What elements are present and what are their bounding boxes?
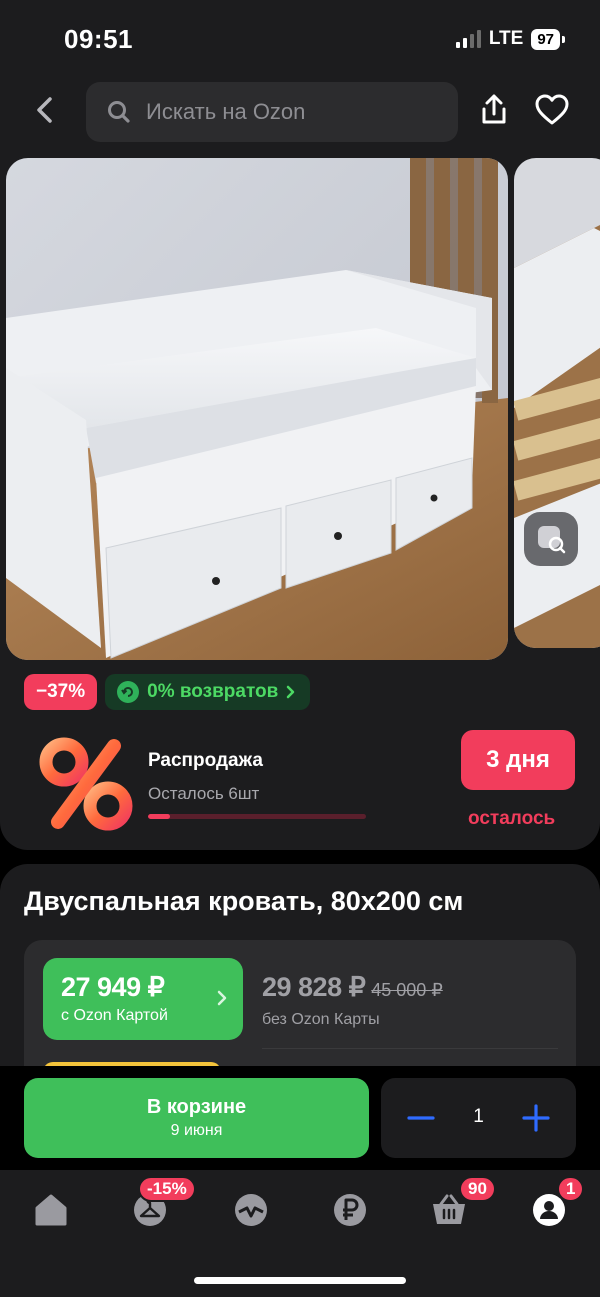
fresh-icon[interactable] (231, 1190, 271, 1230)
product-title: Двуспальная кровать, 80x200 см (24, 886, 464, 916)
product-media-card: Искать на Ozon −37% 0% возвратов Распрод… (0, 80, 600, 850)
ozon-card-price-button[interactable]: 27 949 ₽ с Ozon Картой (43, 958, 243, 1040)
regular-price-block: 29 828 ₽45 000 ₽ без Ozon Карты (262, 972, 443, 1029)
quantity-stepper: 1 (381, 1078, 576, 1158)
bed-frame-photo (514, 158, 600, 648)
back-icon[interactable] (28, 92, 64, 128)
search-icon (108, 101, 130, 123)
in-cart-button[interactable]: В корзине 9 июня (24, 1078, 369, 1158)
home-indicator (194, 1277, 406, 1284)
product-photo-main[interactable] (6, 158, 508, 660)
divider (262, 1048, 558, 1049)
old-price: 45 000 ₽ (371, 980, 443, 1000)
fashion-discount-badge: -15% (138, 1176, 196, 1202)
search-input[interactable]: Искать на Ozon (86, 82, 458, 142)
favorite-heart-icon[interactable] (534, 92, 570, 128)
network-type: LTE (488, 28, 524, 49)
chevron-right-icon (217, 990, 227, 1006)
in-cart-label: В корзине (146, 1096, 247, 1118)
stock-progress-bar (148, 814, 366, 819)
plus-icon[interactable] (518, 1100, 554, 1136)
returns-label: 0% возвратов (147, 681, 279, 702)
sale-banner[interactable]: Распродажа Осталось 6шт 3 дня осталось (0, 730, 600, 840)
card-price-label: с Ozon Картой (61, 1007, 168, 1024)
percent-icon (39, 737, 133, 831)
tab-bar: -15% 90 1 (0, 1170, 600, 1297)
delivery-date: 9 июня (170, 1122, 223, 1139)
discount-badge: −37% (24, 674, 98, 710)
cart-count-badge: 90 (459, 1176, 496, 1202)
finance-icon[interactable] (330, 1190, 370, 1230)
sale-title: Распродажа (148, 750, 263, 771)
returns-badge[interactable]: 0% возвратов (105, 674, 311, 710)
status-indicators: LTE 97 (455, 28, 565, 50)
battery-icon: 97 (531, 28, 565, 50)
image-gallery[interactable] (6, 158, 600, 660)
daybed-photo (6, 158, 508, 660)
purchase-bar: В корзине 9 июня 1 (0, 1066, 600, 1170)
header: Искать на Ozon (0, 80, 600, 148)
stock-remaining: Осталось 6шт (148, 784, 260, 803)
product-badges: −37% 0% возвратов (24, 674, 311, 710)
days-left-label: осталось (468, 808, 556, 829)
regular-price: 29 828 ₽ (262, 972, 366, 1002)
regular-price-label: без Ozon Карты (262, 1011, 380, 1028)
days-left-pill: 3 дня (461, 730, 575, 790)
returns-icon (117, 681, 140, 703)
product-photo-second[interactable] (514, 158, 600, 648)
visual-search-button[interactable] (524, 512, 578, 566)
status-time: 09:51 (64, 24, 133, 54)
search-placeholder: Искать на Ozon (146, 99, 306, 124)
stock-progress-fill (148, 814, 170, 819)
status-bar: 09:51 LTE 97 (0, 0, 600, 80)
profile-notification-badge: 1 (557, 1176, 585, 1202)
home-icon[interactable] (31, 1190, 71, 1230)
share-icon[interactable] (476, 92, 512, 128)
image-search-icon (538, 526, 566, 554)
chevron-right-icon (287, 685, 295, 699)
signal-icon (455, 30, 481, 48)
